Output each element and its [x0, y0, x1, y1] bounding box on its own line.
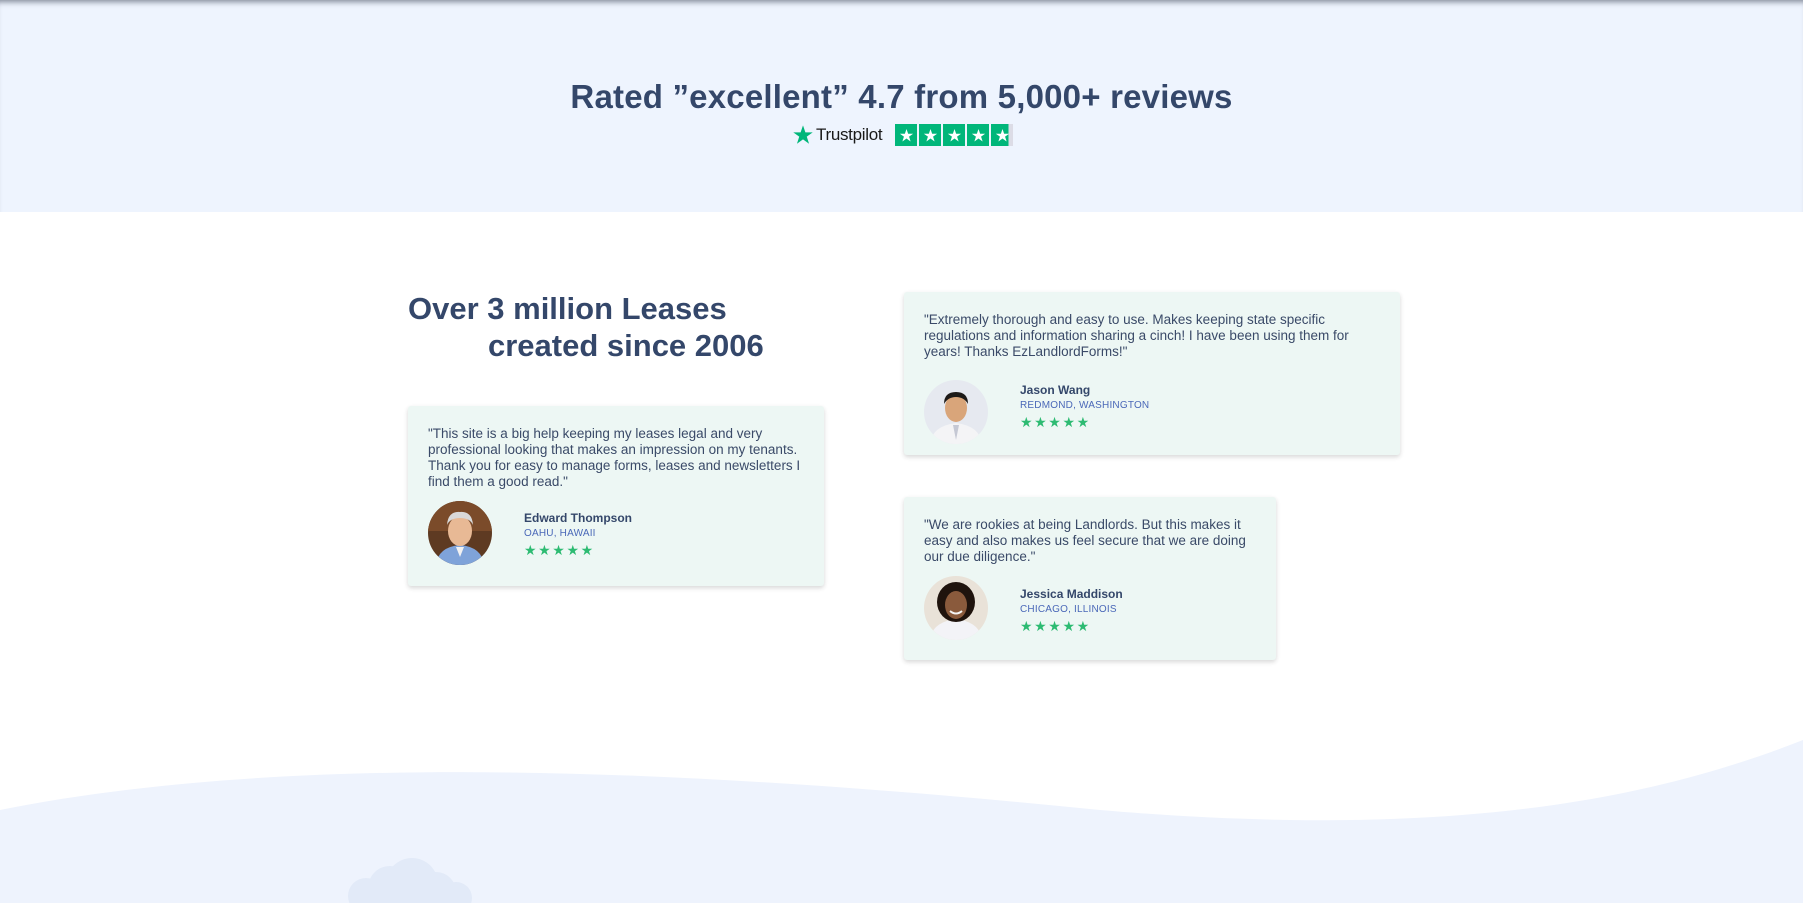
- testimonial-author: Jessica Maddison CHICAGO, ILLINOIS ★★★★★: [1020, 586, 1123, 635]
- avatar: [428, 501, 492, 565]
- author-location: OAHU, HAWAII: [524, 528, 596, 539]
- trustpilot-stars: [895, 124, 1015, 146]
- testimonial-quote: "Extremely thorough and easy to use. Mak…: [924, 312, 1349, 359]
- star-icon: [919, 124, 942, 146]
- avatar: [924, 380, 988, 444]
- cloud-icon: [348, 858, 472, 903]
- decorative-wave: [0, 740, 1803, 903]
- testimonial-card: "We are rookies at being Landlords. But …: [904, 497, 1276, 660]
- testimonial-author: Jason Wang REDMOND, WASHINGTON ★★★★★: [1020, 382, 1149, 431]
- rating-band: Rated ”excellent” 4.7 from 5,000+ review…: [0, 0, 1803, 212]
- testimonial-card: "This site is a big help keeping my leas…: [408, 406, 824, 586]
- star-icon: [943, 124, 966, 146]
- rating-heading: Rated ”excellent” 4.7 from 5,000+ review…: [0, 78, 1803, 116]
- author-name: Jason Wang: [1020, 383, 1091, 397]
- trustpilot-widget[interactable]: Trustpilot: [792, 122, 1015, 148]
- avatar: [924, 576, 988, 640]
- trustpilot-logo[interactable]: Trustpilot: [792, 124, 883, 146]
- headline-line-2: created since 2006: [488, 328, 764, 363]
- trustpilot-star-icon: [793, 125, 813, 144]
- rating-suffix: 4.7 from 5,000+ reviews: [848, 78, 1233, 115]
- testimonial-quote: "This site is a big help keeping my leas…: [428, 426, 801, 489]
- rating-stars: ★★★★★: [524, 542, 595, 558]
- author-name: Edward Thompson: [524, 511, 632, 525]
- author-name: Jessica Maddison: [1020, 587, 1123, 601]
- rating-prefix: Rated: [570, 78, 673, 115]
- star-icon: [967, 124, 990, 146]
- star-icon: [895, 124, 918, 146]
- author-location: REDMOND, WASHINGTON: [1020, 400, 1150, 411]
- star-icon: [991, 124, 1014, 146]
- rating-emphasis: ”excellent”: [672, 78, 849, 115]
- author-location: CHICAGO, ILLINOIS: [1020, 604, 1117, 615]
- testimonial-author: Edward Thompson OAHU, HAWAII ★★★★★: [524, 510, 632, 559]
- testimonial-card: "Extremely thorough and easy to use. Mak…: [904, 292, 1400, 455]
- leases-headline: Over 3 million Leases created since 2006: [408, 290, 808, 364]
- rating-stars: ★★★★★: [1020, 618, 1091, 634]
- trustpilot-label: Trustpilot: [816, 125, 883, 144]
- testimonial-quote: "We are rookies at being Landlords. But …: [924, 517, 1246, 564]
- headline-line-1: Over 3 million Leases: [408, 291, 727, 326]
- rating-stars: ★★★★★: [1020, 414, 1091, 430]
